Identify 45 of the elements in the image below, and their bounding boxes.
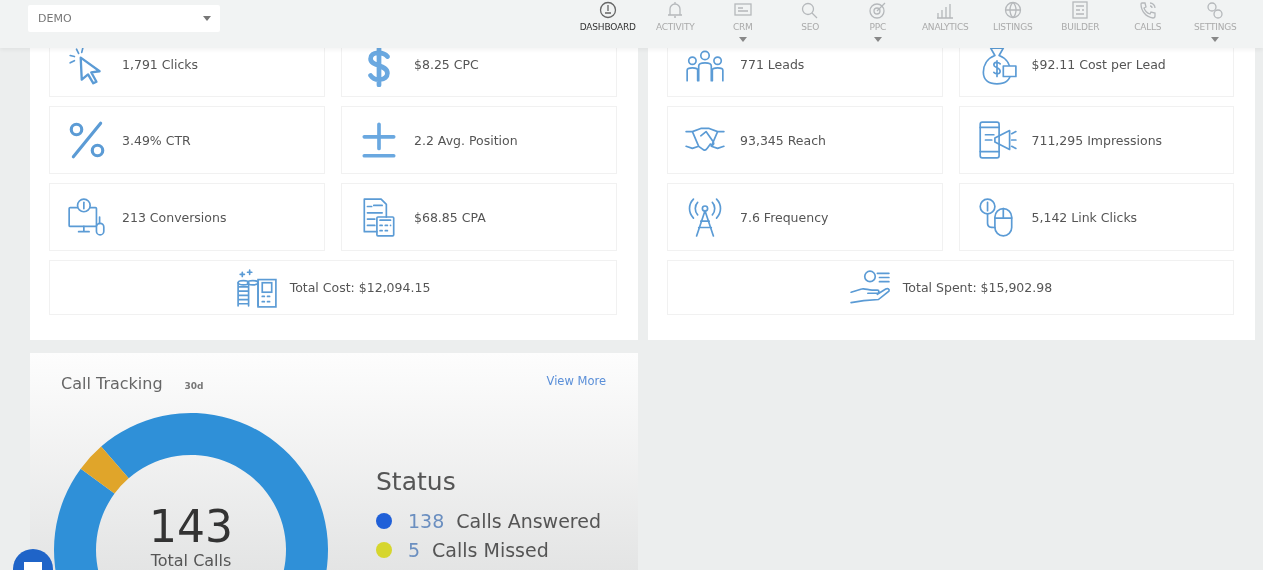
stat-text: 7.6 Frequency: [740, 209, 829, 225]
stat-text: 5,142 Link Clicks: [1031, 209, 1138, 225]
nav-tab[interactable]: LISTINGS: [979, 0, 1047, 42]
account-select[interactable]: DEMO: [28, 5, 220, 32]
nav-tab[interactable]: CALLS: [1114, 0, 1182, 42]
period-label: 30d: [184, 381, 204, 391]
caret-icon: [203, 16, 211, 21]
nav-tab[interactable]: BUILDER: [1046, 0, 1114, 42]
nav-tab[interactable]: SEO: [776, 0, 844, 42]
stat-text: $8.25 CPC: [414, 57, 479, 72]
stat-text: 711,295 Impressions: [1031, 132, 1163, 148]
stat-text: 1,791 Clicks: [122, 57, 199, 72]
stat-text: 771 Leads: [740, 57, 805, 72]
legend-label: Calls Answered: [456, 509, 601, 532]
legend-count: 5: [408, 538, 421, 561]
stat-text: $68.85 CPA: [414, 209, 486, 225]
stat-text: 2.2 Avg. Position: [414, 132, 518, 148]
nav-icon: [597, 1, 618, 19]
legend-count: 138: [408, 509, 445, 532]
view-more-link[interactable]: View More: [546, 374, 606, 388]
nav-icon: [935, 1, 956, 19]
total-text: Total Spent: $15,902.98: [902, 280, 1053, 295]
stat-text: 93,345 Reach: [740, 132, 826, 148]
nav-tab[interactable]: CRM: [709, 0, 777, 42]
nav-icon: [1002, 1, 1023, 19]
nav-tab[interactable]: ACTIVITY: [641, 0, 709, 42]
nav-icon: [732, 1, 753, 19]
total-calls-value: 143: [149, 505, 233, 549]
legend-title: Status: [376, 467, 457, 496]
stat-text: $92.11 Cost per Lead: [1031, 57, 1166, 72]
nav-icon: [867, 1, 888, 19]
nav-tab[interactable]: PPC: [844, 0, 912, 42]
card-title: Call Tracking: [61, 374, 163, 393]
stat-text: 3.49% CTR: [122, 132, 191, 148]
nav-tab[interactable]: DASHBOARD: [574, 0, 642, 42]
nav-icon: [1070, 1, 1091, 19]
nav-tab[interactable]: ANALYTICS: [911, 0, 979, 42]
total-calls-label: Total Calls: [150, 551, 232, 570]
total-icon: [235, 266, 278, 309]
legend-label: Calls Missed: [432, 538, 549, 561]
total-text: Total Cost: $12,094.15: [289, 280, 431, 295]
nav-icon: [1137, 1, 1158, 19]
nav-icon: [1205, 1, 1226, 19]
nav-tab[interactable]: SETTINGS: [1181, 0, 1249, 42]
stat-text: 213 Conversions: [122, 209, 227, 225]
